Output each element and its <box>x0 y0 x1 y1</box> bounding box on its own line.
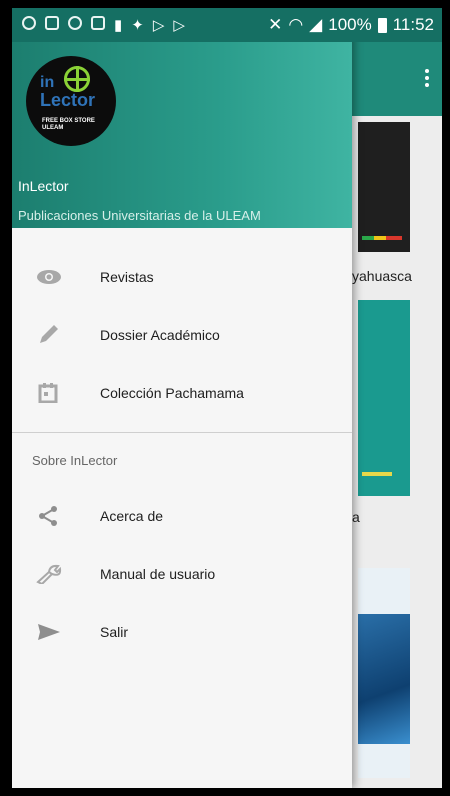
drawer-menu: Revistas Dossier Académico Colección Pac… <box>12 228 352 661</box>
menu-item-pachamama[interactable]: Colección Pachamama <box>12 364 352 422</box>
app-subtitle: Publicaciones Universitarias de la ULEAM <box>18 208 261 223</box>
notification-icon <box>22 16 36 30</box>
menu-item-label: Revistas <box>100 269 154 285</box>
battery-percent: 100% <box>328 15 372 34</box>
system-icons: ✕ ◠ ◢ 100% 11:52 <box>268 15 442 35</box>
calendar-icon <box>38 383 58 403</box>
menu-item-label: Salir <box>100 624 129 640</box>
notification-icons: ▮ ✦ ▷ ▷ <box>12 16 185 34</box>
usb-icon: ▮ <box>114 17 123 34</box>
app-toolbar <box>352 42 442 116</box>
menu-item-label: Acerca de <box>100 508 164 524</box>
globe-icon <box>64 66 90 92</box>
phone-screen: ▮ ✦ ▷ ▷ ✕ ◠ ◢ 100% 11:52 yahuasca a in L… <box>12 8 442 788</box>
logo-subtitle: FREE BOX STORE ULEAM <box>42 118 95 131</box>
background-content: yahuasca a <box>352 116 442 788</box>
menu-item-revistas[interactable]: Revistas <box>12 248 352 306</box>
pencil-icon <box>40 325 58 343</box>
publication-cover[interactable] <box>358 568 410 778</box>
menu-item-label: Manual de usuario <box>100 566 216 582</box>
logo-text: Lector <box>40 90 96 110</box>
wrench-icon <box>36 564 62 584</box>
notification-icon: ✦ <box>131 17 144 34</box>
share-icon <box>39 506 57 526</box>
app-logo: in Lector FREE BOX STORE ULEAM <box>26 56 116 146</box>
mute-icon: ✕ <box>268 15 283 34</box>
menu-item-salir[interactable]: Salir <box>12 603 352 661</box>
publication-cover[interactable] <box>358 300 410 496</box>
publication-title: a <box>352 509 360 525</box>
signal-icon: ◢ <box>309 15 323 34</box>
notification-icon <box>45 16 59 30</box>
send-icon <box>38 624 60 640</box>
section-title: Sobre InLector <box>32 452 118 468</box>
eye-icon <box>37 270 61 284</box>
app-name: InLector <box>18 178 69 194</box>
overflow-menu-icon[interactable] <box>425 66 430 90</box>
navigation-drawer: in Lector FREE BOX STORE ULEAM InLector … <box>12 8 352 788</box>
whatsapp-icon <box>68 16 82 30</box>
menu-item-dossier[interactable]: Dossier Académico <box>12 306 352 364</box>
menu-item-manual[interactable]: Manual de usuario <box>12 545 352 603</box>
clock: 11:52 <box>392 15 434 34</box>
play-store-icon: ▷ <box>173 17 185 34</box>
wifi-icon: ◠ <box>288 15 304 34</box>
publication-cover[interactable] <box>358 122 410 252</box>
menu-item-acerca-de[interactable]: Acerca de <box>12 487 352 545</box>
play-store-icon: ▷ <box>152 17 165 34</box>
battery-icon <box>377 17 387 33</box>
menu-item-label: Colección Pachamama <box>100 385 244 401</box>
status-bar: ▮ ✦ ▷ ▷ ✕ ◠ ◢ 100% 11:52 <box>12 8 442 42</box>
drawer-header: in Lector FREE BOX STORE ULEAM InLector … <box>12 42 352 228</box>
publication-title: yahuasca <box>352 268 412 284</box>
notification-icon <box>91 16 105 30</box>
menu-item-label: Dossier Académico <box>100 327 220 343</box>
